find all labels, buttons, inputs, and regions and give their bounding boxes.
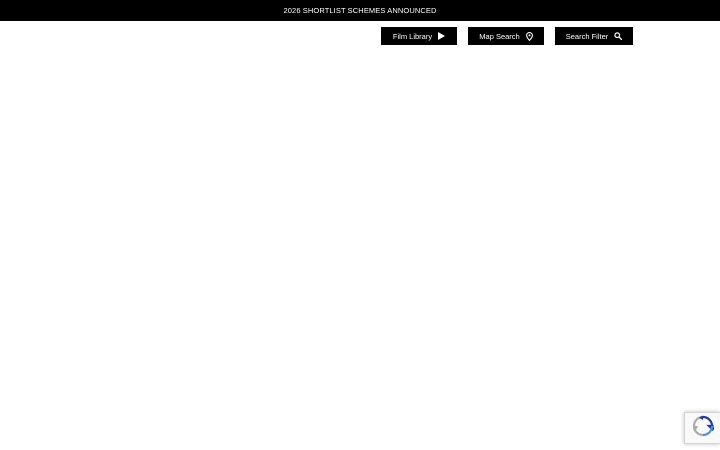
search-filter-button[interactable]: Search Filter bbox=[555, 27, 633, 45]
map-search-button[interactable]: Map Search bbox=[468, 27, 544, 45]
film-library-label: Film Library bbox=[392, 31, 433, 41]
recaptcha-badge[interactable] bbox=[684, 412, 720, 444]
announcement-bar: 2026 SHORTLIST SCHEMES ANNOUNCED bbox=[0, 0, 720, 21]
film-library-button[interactable]: Film Library bbox=[381, 27, 457, 45]
recaptcha-icon bbox=[692, 415, 719, 442]
map-pin-icon bbox=[525, 31, 533, 41]
play-icon bbox=[438, 32, 446, 40]
search-filter-label: Search Filter bbox=[565, 31, 609, 41]
search-icon bbox=[614, 32, 623, 40]
map-search-label: Map Search bbox=[479, 31, 520, 41]
main-content bbox=[0, 45, 720, 450]
top-nav: Film Library Map Search Search Filter bbox=[0, 27, 720, 45]
announcement-link[interactable]: 2026 SHORTLIST SCHEMES ANNOUNCED bbox=[284, 6, 437, 15]
